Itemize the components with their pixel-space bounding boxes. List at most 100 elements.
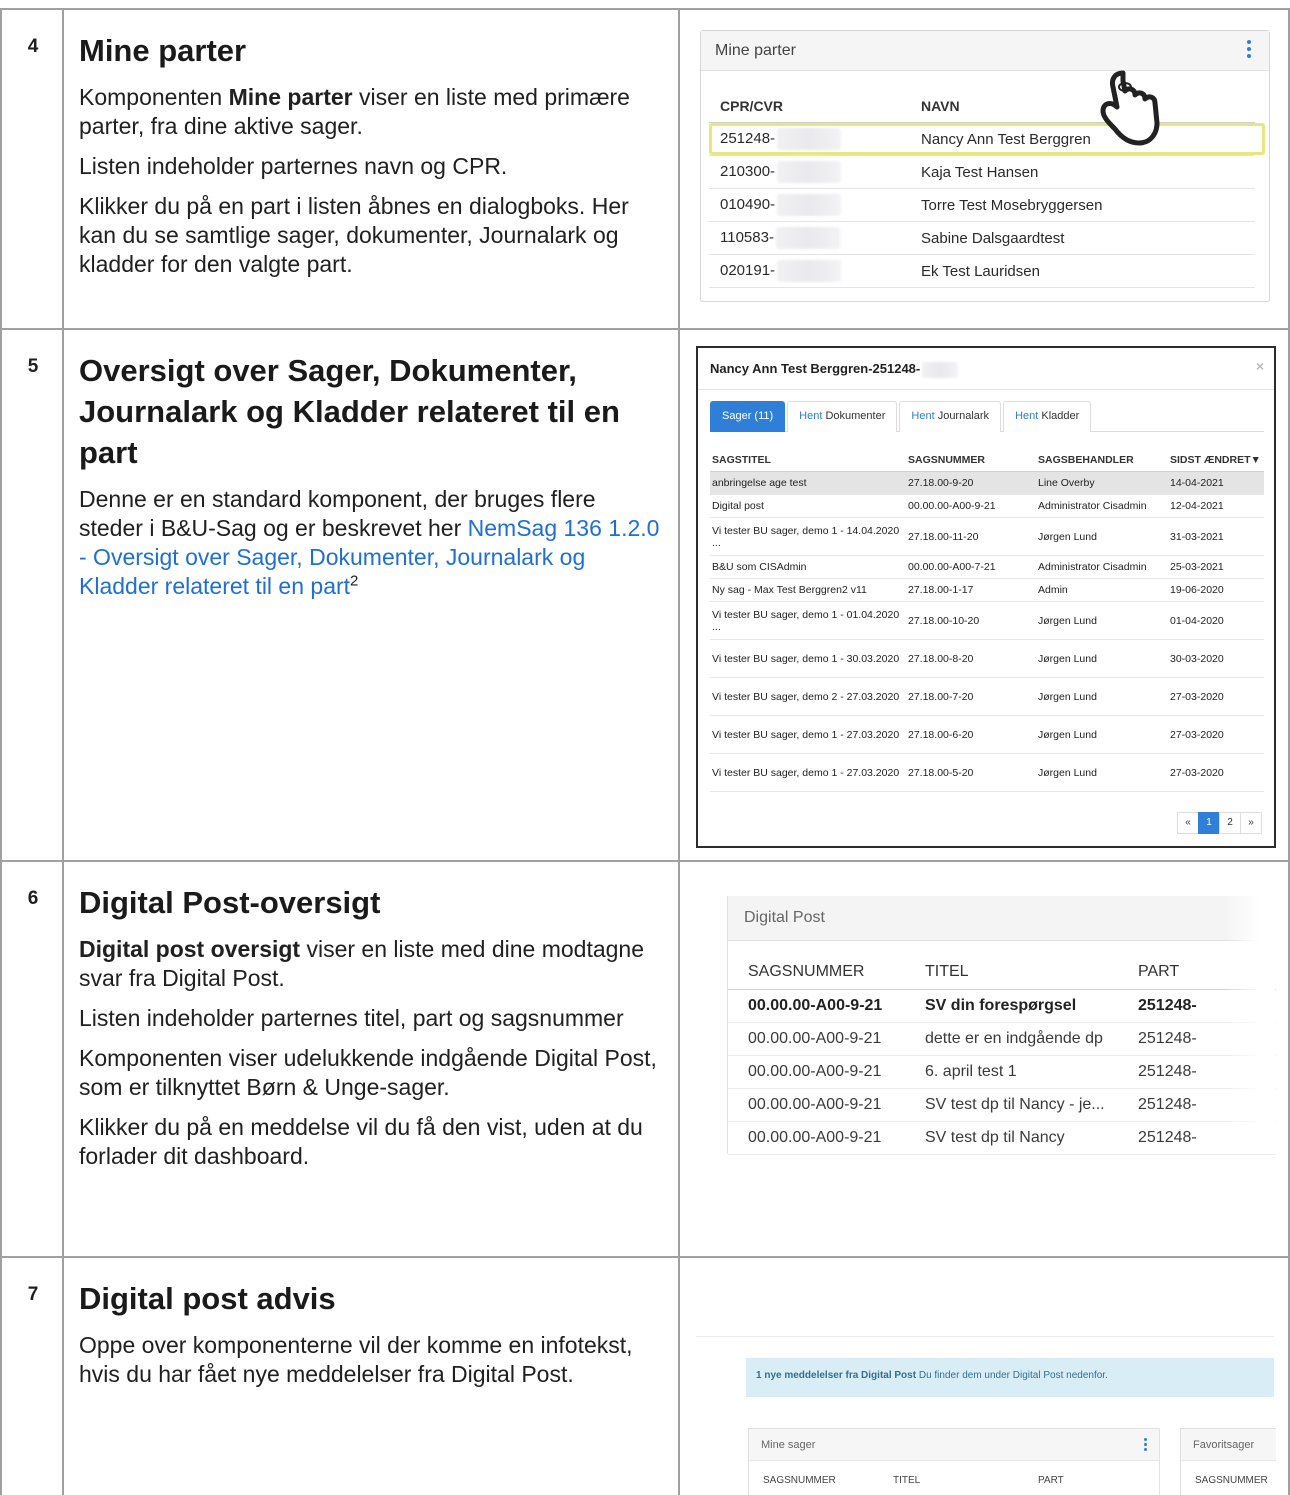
table-row[interactable]: Digital post 00.00.00-A00-9-21 Administrat…	[710, 495, 1264, 518]
widget-title: Mine parter	[715, 42, 796, 59]
row-number-cell: 6	[0, 862, 64, 1256]
pager-next[interactable]: »	[1240, 812, 1262, 834]
table-row[interactable]: Vi tester BU sager, demo 1 - 27.03.2020 2…	[710, 716, 1264, 754]
paragraph: Denne er en standard komponent, der brug…	[79, 486, 660, 599]
description-cell: Mine parter Komponenten Mine parter vise…	[64, 10, 680, 328]
table-row[interactable]: 00.00.00-A00-9-21 SV test dp til Nancy 251…	[728, 1122, 1276, 1155]
row-oversigt: 5 Oversigt over Sager, Dokumenter, Journ…	[0, 330, 1290, 862]
divider	[696, 1336, 1274, 1337]
redaction-blur	[775, 227, 840, 249]
paragraph: Listen indeholder parternes titel, part …	[79, 1005, 624, 1031]
table-row[interactable]: 010490- Torre Test Mosebryggersen	[709, 189, 1255, 222]
close-icon[interactable]: ×	[1256, 358, 1264, 374]
description-cell: Digital Post-oversigt Digital post overs…	[64, 862, 680, 1256]
digital-post-widget: Digital Post SAGSNUMMER TITEL PART 00.00…	[727, 896, 1276, 1155]
table-row[interactable]: Vi tester BU sager, demo 1 - 30.03.2020 2…	[710, 640, 1264, 678]
redaction-blur	[777, 128, 842, 150]
redaction-blur	[922, 361, 959, 378]
mine-parter-widget: Mine parter CPR/CVR NAVN 251248- Nancy A…	[700, 30, 1270, 302]
tab-sager[interactable]: Sager (11)	[710, 401, 786, 432]
favoritsager-widget: Favoritsager SAGSNUMMER	[1180, 1428, 1276, 1495]
widget-title: Mine sager	[749, 1429, 1159, 1461]
kebab-menu-icon[interactable]	[1144, 1438, 1147, 1453]
paragraph: Komponenten Mine parter viser en liste m…	[79, 84, 630, 139]
table-row[interactable]: 00.00.00-A00-9-21 SV din forespørgsel 2512…	[728, 990, 1276, 1023]
part-dialog: Nancy Ann Test Berggren-251248- × Sager …	[696, 346, 1276, 848]
paragraph: Klikker du på en part i listen åbnes en …	[79, 193, 629, 277]
table-row[interactable]: B&U som CISAdmin 00.00.00-A00-7-21 Adminis…	[710, 556, 1264, 579]
screenshot-cell: Nancy Ann Test Berggren-251248- × Sager …	[680, 330, 1290, 860]
column-header-navn: NAVN	[921, 97, 960, 114]
redaction-fade	[1225, 896, 1275, 1154]
sager-table: SAGSTITEL SAGSNUMMER SAGSBEHANDLER SIDST…	[710, 448, 1264, 792]
tab-dokumenter[interactable]: Hent Dokumenter	[787, 401, 898, 432]
section-title: Oversigt over Sager, Dokumenter, Journal…	[79, 353, 620, 470]
paragraph: Klikker du på en meddelse vil du få den …	[79, 1114, 643, 1169]
row-number: 7	[27, 1284, 39, 1305]
widget-title: Favoritsager	[1181, 1429, 1276, 1461]
table-row[interactable]: 210300- Kaja Test Hansen	[709, 156, 1255, 189]
pagination: « 1 2 »	[1177, 812, 1262, 834]
section-title: Digital post advis	[79, 1281, 336, 1316]
row-number-cell: 4	[0, 10, 64, 328]
table-row[interactable]: Vi tester BU sager, demo 2 - 27.03.2020 2…	[710, 678, 1264, 716]
screenshot-cell: Mine parter CPR/CVR NAVN 251248- Nancy A…	[680, 10, 1290, 328]
row-number: 4	[27, 36, 39, 57]
row-number-cell: 5	[0, 330, 64, 860]
table-row[interactable]: anbringelse age test 27.18.00-9-20 Line Ov…	[710, 472, 1264, 495]
parter-table: CPR/CVR NAVN 251248- Nancy Ann Test Berg…	[709, 70, 1265, 288]
description-cell: Oversigt over Sager, Dokumenter, Journal…	[64, 330, 680, 860]
info-alert: 1 nye meddelelser fra Digital Post Du fi…	[746, 1358, 1274, 1397]
table-header: SAGSNUMMER TITEL PART	[763, 1475, 1064, 1486]
table-row[interactable]: Vi tester BU sager, demo 1 - 27.03.2020 2…	[710, 754, 1264, 792]
documentation-table: 4 Mine parter Komponenten Mine parter vi…	[0, 8, 1290, 1495]
row-digital-post: 6 Digital Post-oversigt Digital post ove…	[0, 862, 1290, 1258]
paragraph: Oppe over komponenterne vil der komme en…	[79, 1332, 633, 1387]
screenshot-cell: Digital Post SAGSNUMMER TITEL PART 00.00…	[680, 862, 1290, 1256]
redaction-blur	[777, 161, 842, 183]
paragraph: Listen indeholder parternes navn og CPR.	[79, 153, 508, 179]
table-row[interactable]: 251248- Nancy Ann Test Berggren	[709, 70, 1265, 156]
column-header-cpr: CPR/CVR	[720, 97, 784, 114]
table-row[interactable]: Vi tester BU sager, demo 1 - 01.04.2020 …	[710, 602, 1264, 640]
row-digital-post-advis: 7 Digital post advis Oppe over komponent…	[0, 1258, 1290, 1495]
table-row[interactable]: 00.00.00-A00-9-21 dette er en indgående d…	[728, 1023, 1276, 1056]
pager-page-1[interactable]: 1	[1198, 812, 1220, 834]
screenshot-cell: 1 nye meddelelser fra Digital Post Du fi…	[680, 1258, 1290, 1495]
kebab-menu-icon[interactable]	[1247, 40, 1253, 61]
pager-page-2[interactable]: 2	[1219, 812, 1241, 834]
pager-prev[interactable]: «	[1177, 812, 1199, 834]
widget-title: Digital Post	[728, 896, 1275, 941]
mine-sager-widget: Mine sager SAGSNUMMER TITEL PART	[748, 1428, 1160, 1495]
redaction-blur	[777, 194, 842, 216]
dialog-title: Nancy Ann Test Berggren-251248- ×	[698, 348, 1274, 390]
sort-column-header[interactable]: SIDST ÆNDRET▼	[1170, 454, 1264, 466]
section-title: Digital Post-oversigt	[79, 885, 381, 920]
tab-kladder[interactable]: Hent Kladder	[1003, 401, 1092, 432]
table-header: SAGSNUMMER	[1195, 1475, 1268, 1486]
row-number: 6	[27, 888, 39, 909]
table-row[interactable]: Ny sag - Max Test Berggren2 v11 27.18.00-…	[710, 579, 1264, 602]
widget-header: Mine parter	[701, 31, 1269, 71]
tab-journalark[interactable]: Hent Journalark	[899, 401, 1002, 432]
section-title: Mine parter	[79, 33, 247, 68]
table-row[interactable]: 020191- Ek Test Lauridsen	[709, 255, 1255, 288]
table-row[interactable]: 00.00.00-A00-9-21 SV test dp til Nancy - …	[728, 1089, 1276, 1122]
table-row[interactable]: Vi tester BU sager, demo 1 - 14.04.2020 …	[710, 518, 1264, 556]
row-number-cell: 7	[0, 1258, 64, 1495]
row-number: 5	[27, 356, 39, 377]
digital-post-table: SAGSNUMMER TITEL PART 00.00.00-A00-9-21 S…	[728, 954, 1276, 1155]
redaction-blur	[777, 260, 842, 282]
table-header: CPR/CVR NAVN	[709, 89, 1255, 123]
table-row[interactable]: 00.00.00-A00-9-21 6. april test 1 251248-	[728, 1056, 1276, 1089]
table-header: SAGSNUMMER TITEL PART	[728, 954, 1276, 990]
paragraph: Komponenten viser udelukkende indgående …	[79, 1045, 657, 1100]
dialog-tabs: Sager (11) Hent Dokumenter Hent Journala…	[710, 401, 1264, 432]
row-mine-parter: 4 Mine parter Komponenten Mine parter vi…	[0, 10, 1290, 330]
paragraph: Digital post oversigt viser en liste med…	[79, 936, 645, 991]
cursor-hand-icon	[1100, 70, 1160, 146]
description-cell: Digital post advis Oppe over komponenter…	[64, 1258, 680, 1495]
table-header: SAGSTITEL SAGSNUMMER SAGSBEHANDLER SIDST…	[710, 448, 1264, 472]
footnote-ref: 2	[350, 572, 359, 590]
table-row[interactable]: 110583- Sabine Dalsgaardtest	[709, 222, 1255, 255]
